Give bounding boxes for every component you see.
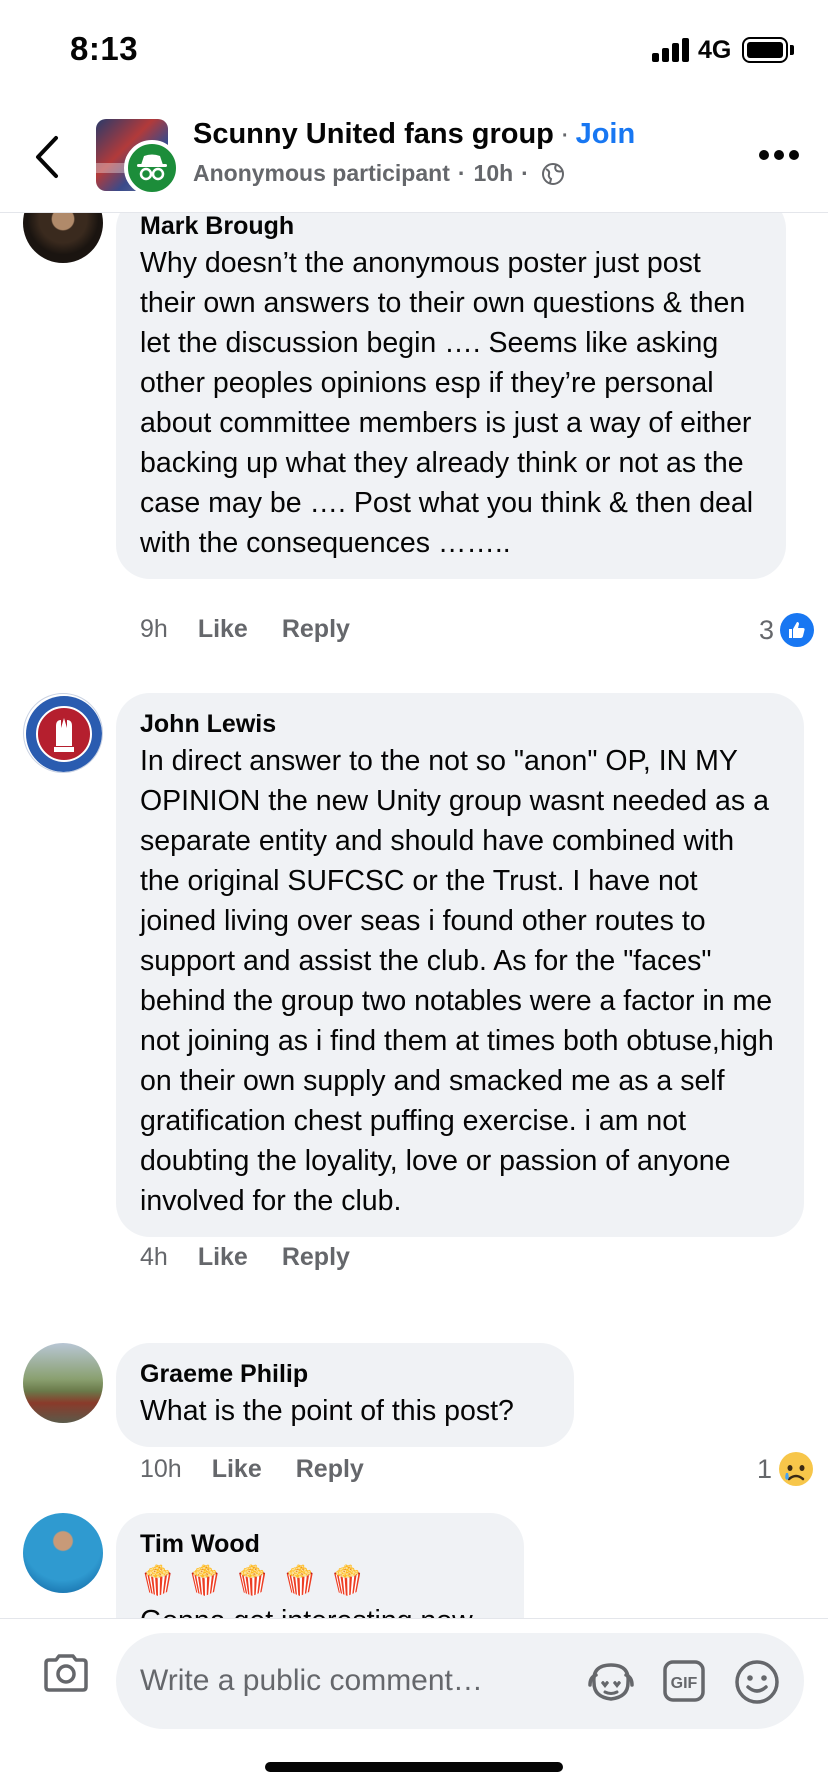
comment-bubble: John Lewis In direct answer to the not s…	[116, 693, 804, 1237]
comment-bubble: Mark Brough Why doesn’t the anonymous po…	[116, 213, 786, 579]
comments-list: Mark Brough Why doesn’t the anonymous po…	[0, 213, 828, 1618]
comment-author[interactable]: John Lewis	[140, 707, 780, 741]
reaction-summary[interactable]: 1	[757, 1451, 814, 1487]
comment-text: Why doesn’t the anonymous poster just po…	[140, 247, 754, 559]
title-separator: ·	[559, 118, 570, 150]
reaction-count: 1	[756, 1453, 772, 1484]
comment-time: 4h	[140, 1243, 168, 1271]
avatar[interactable]	[23, 693, 103, 773]
reply-button[interactable]: Reply	[296, 1455, 364, 1484]
chevron-left-icon[interactable]	[30, 134, 66, 180]
like-reaction-icon	[780, 613, 814, 647]
home-indicator[interactable]	[265, 1762, 563, 1772]
comment-actions: 9h Like Reply	[140, 615, 350, 644]
globe-icon	[541, 162, 564, 185]
reaction-summary[interactable]: 3	[759, 613, 814, 647]
comment-text: What is the point of this post?	[140, 1395, 514, 1427]
comment-emoji: 🍿 🍿 🍿 🍿 🍿	[140, 1565, 368, 1597]
comment-text: Gonna get interesting now	[140, 1601, 500, 1618]
group-name[interactable]: Scunny United fans group	[193, 118, 554, 150]
comment-author[interactable]: Mark Brough	[140, 213, 762, 243]
like-button[interactable]: Like	[198, 1243, 248, 1272]
post-header: Scunny United fans group · Join Anonymous …	[0, 100, 828, 213]
emoji-icon[interactable]	[734, 1659, 780, 1705]
gif-icon[interactable]: GIF	[662, 1659, 706, 1703]
comment-actions: 10h Like Reply	[140, 1455, 364, 1484]
post-author: Anonymous participant	[193, 160, 450, 186]
avatar-sticker-icon[interactable]	[588, 1661, 634, 1703]
battery-icon	[742, 37, 788, 63]
avatar[interactable]	[23, 1513, 103, 1593]
comment-bubble: Graeme Philip What is the point of this …	[116, 1343, 574, 1447]
reply-button[interactable]: Reply	[282, 615, 350, 644]
anonymous-avatar-icon	[124, 140, 180, 196]
group-title: Scunny United fans group · Join	[193, 118, 635, 151]
like-button[interactable]: Like	[212, 1455, 262, 1484]
comment-bubble: Tim Wood 🍿 🍿 🍿 🍿 🍿 Gonna get interesting…	[116, 1513, 524, 1618]
gif-label: GIF	[671, 1675, 698, 1692]
comment-time: 9h	[140, 615, 168, 643]
sad-reaction-icon	[779, 1452, 813, 1486]
post-age: 10h	[473, 160, 514, 186]
comment-text: In direct answer to the not so "anon" OP…	[140, 745, 774, 1217]
join-button[interactable]: Join	[576, 118, 636, 150]
page: 8:13 4G Scunny United fans group · Join …	[0, 0, 828, 1792]
comment-author[interactable]: Tim Wood	[140, 1527, 500, 1561]
camera-icon[interactable]	[42, 1653, 90, 1693]
reaction-count: 3	[758, 614, 774, 645]
battery-tip	[790, 45, 794, 55]
reply-button[interactable]: Reply	[282, 1243, 350, 1272]
status-time: 8:13	[70, 30, 139, 67]
meta-separator: ·	[521, 160, 529, 186]
club-crest-icon	[26, 696, 102, 772]
avatar[interactable]	[23, 213, 103, 263]
comment-composer: GIF	[0, 1618, 828, 1734]
avatar[interactable]	[23, 1343, 103, 1423]
comment-input[interactable]	[140, 1633, 580, 1729]
comment-author[interactable]: Graeme Philip	[140, 1357, 550, 1391]
status-bar: 8:13 4G	[0, 0, 828, 100]
meta-separator: ·	[457, 160, 466, 186]
comment-time: 10h	[140, 1455, 182, 1483]
comment-actions: 4h Like Reply	[140, 1243, 350, 1272]
signal-icon	[652, 38, 690, 62]
post-meta: Anonymous participant · 10h ·	[193, 160, 565, 187]
more-dots-icon[interactable]	[758, 148, 800, 162]
comment-input-container[interactable]: GIF	[116, 1633, 804, 1729]
like-button[interactable]: Like	[198, 615, 248, 644]
network-label: 4G	[698, 36, 732, 64]
